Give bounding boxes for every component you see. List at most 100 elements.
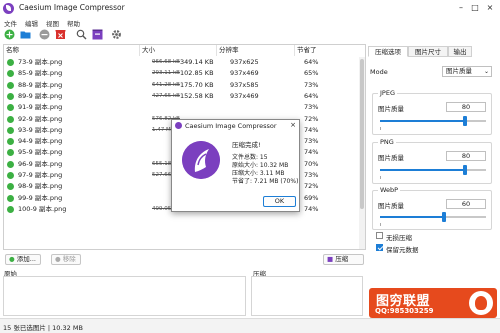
png-quality-field[interactable]: 80 (446, 151, 486, 161)
column-header-saved[interactable]: 节省了 (295, 45, 361, 56)
webp-group-title: WebP (378, 186, 401, 194)
file-name: 94-9 副本.png (18, 137, 63, 146)
compress-button-label: 压缩 (335, 255, 349, 263)
settings-icon[interactable] (111, 29, 122, 40)
file-name: 98-9 副本.png (18, 182, 63, 191)
status-text: 15 张已选图片 | 10.32 MB (3, 324, 83, 332)
add-icon[interactable] (4, 29, 15, 40)
compress-icon[interactable] (92, 29, 103, 40)
maximize-icon[interactable]: □ (469, 2, 481, 14)
png-slider-ticks (380, 176, 486, 179)
jpeg-slider-fill (380, 120, 465, 122)
webp-slider-fill (380, 216, 444, 218)
table-row[interactable]: 89-9 副本.png 427.65 kB 152.58 KB 937x469 64% (4, 91, 365, 102)
table-row[interactable]: 91-9 副本.png 73% (4, 102, 365, 113)
original-size: 293.11 kB (152, 70, 180, 77)
status-ok-icon (7, 183, 14, 191)
mode-select-value: 图片质量 (446, 67, 472, 75)
watermark-flame-icon (469, 291, 493, 315)
jpeg-quality-label: 图片质量 (378, 105, 404, 113)
jpeg-quality-slider[interactable] (380, 116, 486, 126)
window-title: Caesium Image Compressor (19, 3, 125, 12)
table-row[interactable]: 73-9 副本.png 966.68 kB 349.14 KB 937x625 64% (4, 57, 365, 68)
lossless-checkbox[interactable] (376, 232, 383, 239)
tab-compression[interactable]: 压缩选项 (368, 46, 408, 57)
tab-output[interactable]: 输出 (448, 46, 472, 57)
options-tabs: 压缩选项 图片尺寸 输出 (368, 46, 498, 57)
webp-quality-field[interactable]: 60 (446, 199, 486, 209)
menu-edit[interactable]: 编辑 (25, 18, 38, 28)
file-name: 93-9 副本.png (18, 125, 63, 134)
saved-percent: 72% (304, 114, 319, 123)
jpeg-quality-field[interactable]: 80 (446, 102, 486, 112)
jpeg-slider-handle[interactable] (462, 116, 467, 126)
toolbar (0, 28, 500, 43)
webp-slider-handle[interactable] (441, 212, 446, 222)
menu-bar: 文件 编辑 视图 帮助 (0, 17, 500, 28)
webp-slider-ticks (380, 223, 486, 226)
search-icon[interactable] (76, 29, 87, 40)
app-logo-icon (3, 3, 14, 14)
table-row[interactable]: 85-9 副本.png 293.11 kB 102.85 KB 937x469 65% (4, 68, 365, 79)
png-slider-handle[interactable] (462, 165, 467, 175)
saved-percent: 74% (304, 148, 319, 157)
dialog-body: 压缩完成! 文件总数: 15 原始大小: 10.32 MB 压缩大小: 3.11… (172, 131, 299, 211)
original-size: 427.65 kB (152, 92, 180, 99)
table-row[interactable]: 88-9 副本.png 641.28 kB 175.70 KB 937x585 73% (4, 80, 365, 91)
status-ok-icon (7, 160, 14, 168)
menu-view[interactable]: 视图 (46, 18, 59, 28)
dialog-saved: 节省了: 7.21 MB (70%) (232, 178, 299, 185)
tab-image-size[interactable]: 图片尺寸 (408, 46, 448, 57)
dialog-title: Caesium Image Compressor (185, 122, 277, 130)
keep-metadata-checkbox[interactable] (376, 244, 383, 251)
file-name: 100-9 副本.png (18, 204, 67, 213)
close-icon[interactable]: × (484, 2, 496, 14)
column-header-resolution[interactable]: 分辨率 (217, 45, 295, 56)
chevron-down-icon: ⌄ (483, 68, 489, 75)
dialog-close-icon[interactable]: × (290, 121, 296, 129)
status-ok-icon (7, 115, 14, 123)
column-header-size[interactable]: 大小 (140, 45, 217, 56)
menu-help[interactable]: 帮助 (67, 18, 80, 28)
title-bar: Caesium Image Compressor – □ × (0, 0, 500, 17)
status-ok-icon (7, 70, 14, 78)
column-header-name[interactable]: 名称 (4, 45, 140, 56)
saved-percent: 70% (304, 159, 319, 168)
webp-quality-slider[interactable] (380, 212, 486, 222)
compressed-size: 102.85 KB (180, 69, 214, 78)
file-name: 97-9 副本.png (18, 171, 63, 179)
saved-percent: 69% (304, 193, 319, 202)
compressed-size: 152.58 KB (180, 91, 214, 100)
saved-percent: 73% (304, 80, 319, 89)
resolution: 937x469 (230, 91, 259, 100)
png-quality-label: 图片质量 (378, 154, 404, 162)
file-name: 96-9 副本.png (18, 159, 63, 168)
file-name: 89-9 副本.png (18, 91, 63, 100)
clear-icon[interactable] (55, 29, 66, 40)
open-folder-icon[interactable] (20, 29, 31, 40)
jpeg-group: JPEG 图片质量 80 (372, 89, 492, 135)
remove-icon[interactable] (39, 29, 50, 40)
status-ok-icon (7, 81, 14, 89)
watermark-qq: QQ:985303259 (375, 307, 434, 315)
file-name: 95-9 副本.png (18, 148, 63, 157)
webp-group: WebP 图片质量 60 (372, 186, 492, 230)
scrollbar-thumb[interactable] (360, 59, 364, 209)
mode-select[interactable]: 图片质量 ⌄ (442, 66, 492, 77)
menu-file[interactable]: 文件 (4, 18, 17, 28)
minimize-icon[interactable]: – (455, 2, 467, 14)
lossless-label: 无损压缩 (386, 234, 412, 242)
status-bar: 15 张已选图片 | 10.32 MB (0, 318, 500, 333)
compress-button[interactable]: ■ 压缩 (323, 254, 364, 265)
table-scrollbar[interactable] (359, 57, 365, 249)
file-name: 99-9 副本.png (18, 193, 63, 202)
file-name: 91-9 副本.png (18, 103, 63, 112)
status-ok-icon (7, 194, 14, 202)
ok-button[interactable]: OK (263, 196, 296, 207)
add-button[interactable]: ● 添加... (5, 254, 41, 265)
png-quality-slider[interactable] (380, 165, 486, 175)
remove-button[interactable]: ● 移除 (51, 254, 81, 265)
remove-button-icon: ● (55, 255, 61, 263)
png-group: PNG 图片质量 80 (372, 138, 492, 184)
compressed-preview (251, 276, 363, 316)
